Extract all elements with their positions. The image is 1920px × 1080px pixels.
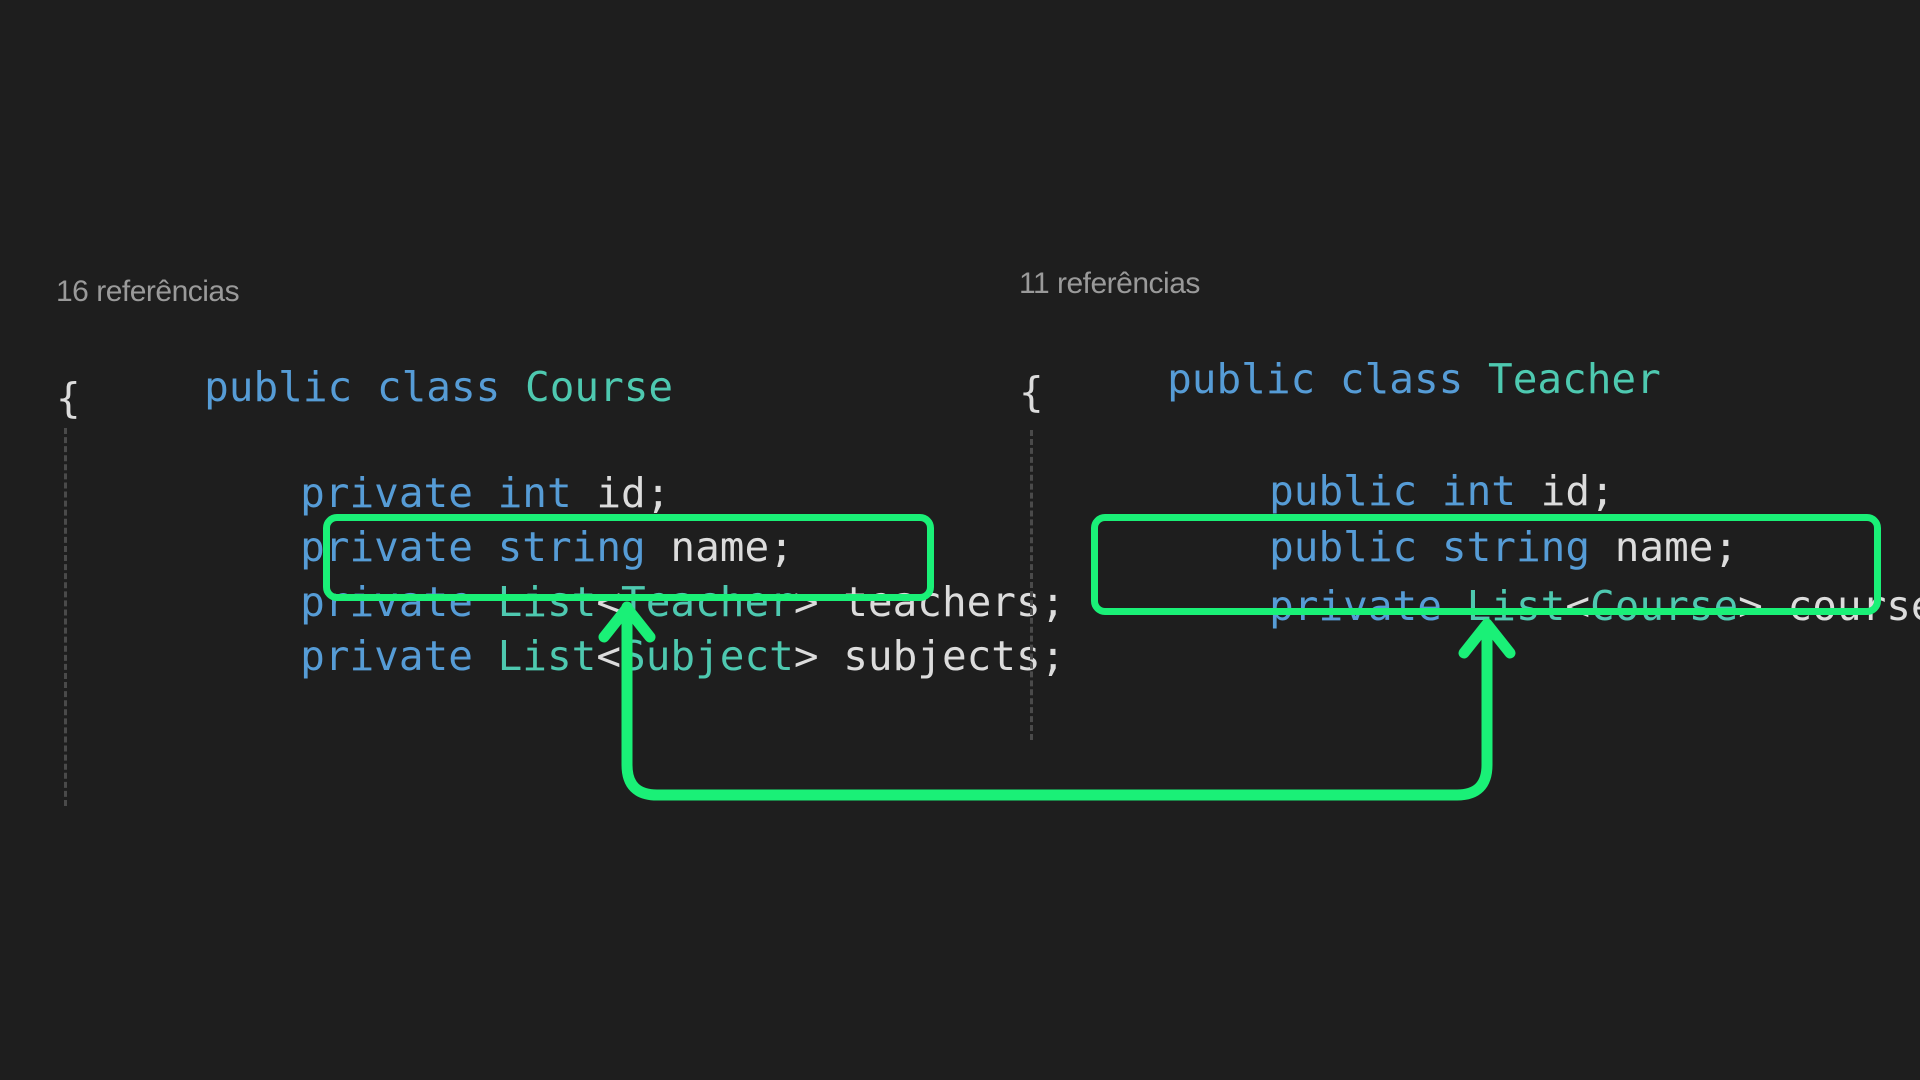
generic-arg: Subject: [621, 632, 794, 680]
class-declaration: public class Teacher: [1019, 318, 1661, 441]
angle-open: <: [596, 632, 622, 680]
highlight-courses-field: [1091, 514, 1881, 615]
keyword-public: public: [1167, 355, 1316, 403]
angle-close: >: [793, 632, 819, 680]
indent-guide: [64, 428, 67, 806]
generic-type: List: [497, 632, 597, 680]
highlight-teachers-field: [323, 514, 934, 601]
teacher-class-panel: 11 referências public class Teacher { pu…: [1019, 262, 1920, 762]
codelens-references[interactable]: 11 referências: [1019, 267, 1200, 301]
indent-guide: [1030, 430, 1033, 740]
class-name: Course: [525, 363, 674, 411]
field-subjects: private List<Subject> subjects;: [152, 595, 1065, 718]
open-brace: {: [1019, 368, 1044, 416]
codelens-references[interactable]: 16 referências: [56, 275, 240, 309]
keyword-class: class: [376, 363, 501, 411]
class-declaration: public class Course: [56, 326, 673, 449]
open-brace: {: [56, 374, 81, 422]
keyword-public: public: [204, 363, 353, 411]
modifier: private: [300, 632, 473, 680]
keyword-class: class: [1339, 355, 1464, 403]
diagram-stage: 16 referências public class Course { pri…: [0, 0, 1920, 1080]
class-name: Teacher: [1488, 355, 1661, 403]
